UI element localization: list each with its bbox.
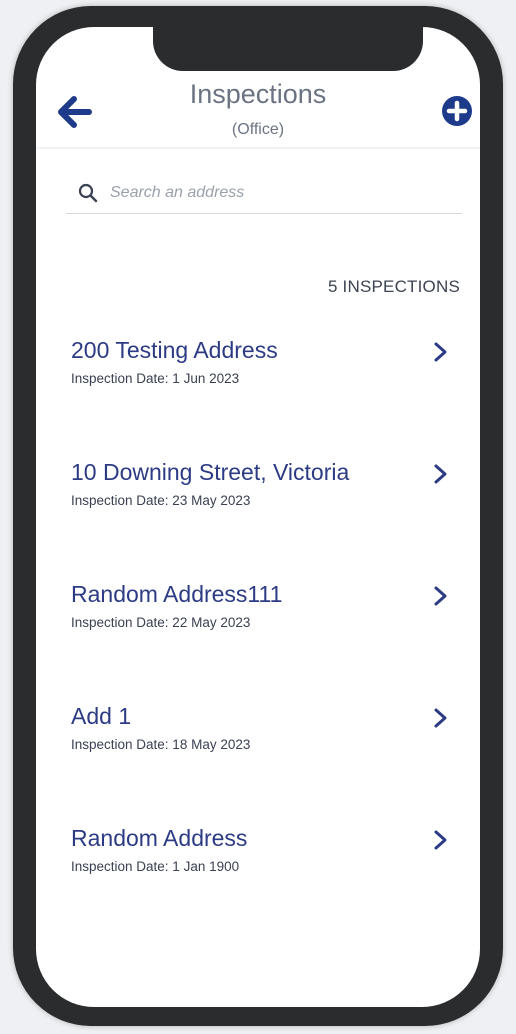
item-date: Inspection Date: 1 Jun 2023 [71,371,240,386]
list-item[interactable]: 200 Testing Address Inspection Date: 1 J… [36,333,480,455]
page-subtitle: (Office) [231,121,285,138]
plus-circle-icon [442,96,472,126]
chevron-right-icon [434,708,447,728]
item-address: Random Address [71,825,248,851]
item-address: Random Address111 [71,581,283,607]
item-date: Inspection Date: 22 May 2023 [71,615,251,630]
item-address: Add 1 [71,703,132,729]
item-address: 10 Downing Street, Victoria [71,459,350,485]
item-date: Inspection Date: 23 May 2023 [71,493,251,508]
chevron-right-icon [434,586,447,606]
header: Inspections (Office) [36,27,480,149]
list-item[interactable]: Random Address Inspection Date: 1 Jan 19… [36,821,480,943]
page-title: Inspections [189,79,327,109]
inspection-count: 5 INSPECTIONS [327,277,460,296]
list-item[interactable]: Random Address111 Inspection Date: 22 Ma… [36,577,480,699]
search-input[interactable] [110,180,450,206]
app-screen: Inspections (Office) 5 INSPECTIONS 200 T… [36,27,480,1007]
list-item[interactable]: Add 1 Inspection Date: 18 May 2023 [36,699,480,821]
add-inspection-button[interactable] [441,95,473,127]
phone-frame: Inspections (Office) 5 INSPECTIONS 200 T… [13,6,503,1026]
inspection-list: 200 Testing Address Inspection Date: 1 J… [36,333,480,943]
search-icon [78,183,98,203]
item-date: Inspection Date: 18 May 2023 [71,737,251,752]
chevron-right-icon [434,464,447,484]
item-date: Inspection Date: 1 Jan 1900 [71,859,240,874]
list-item[interactable]: 10 Downing Street, Victoria Inspection D… [36,455,480,577]
chevron-right-icon [434,342,447,362]
search-bar [66,177,462,214]
chevron-right-icon [434,830,447,850]
item-address: 200 Testing Address [71,337,278,363]
